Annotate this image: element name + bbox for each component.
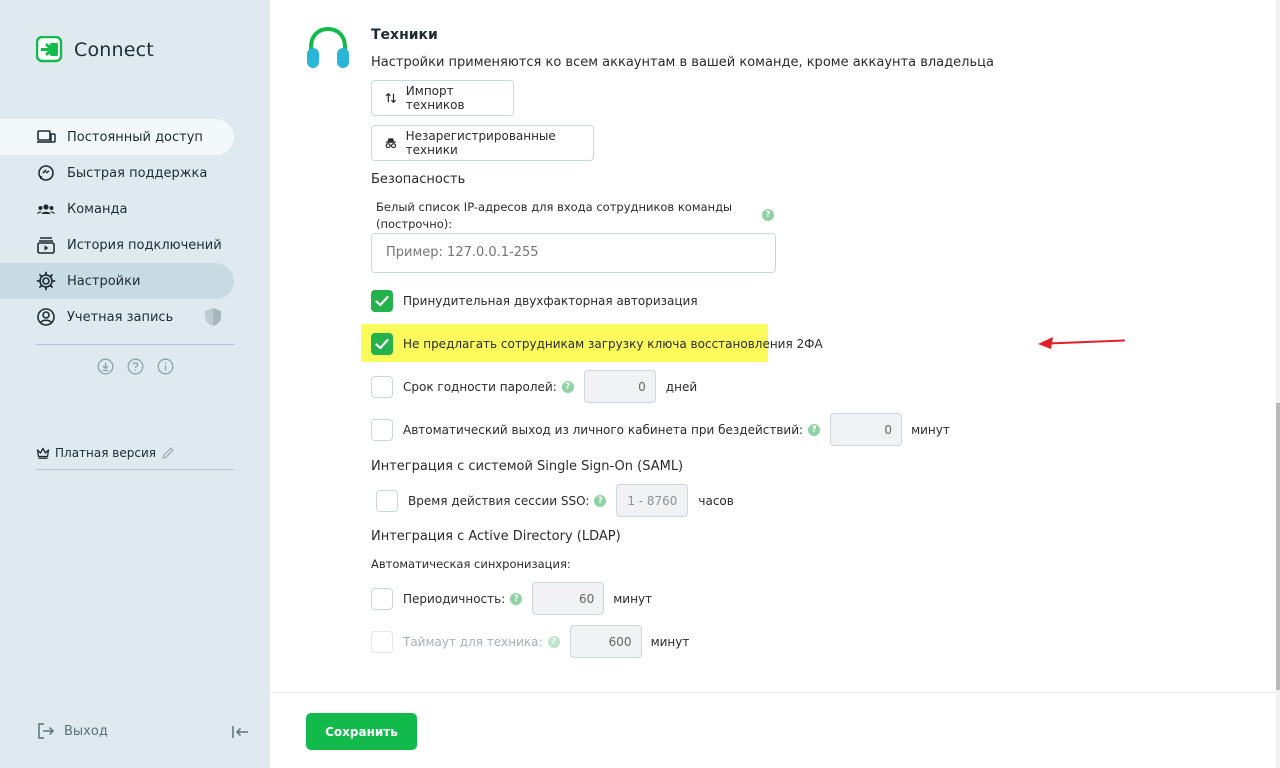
sidebar-item-permanent-access[interactable]: Постоянный доступ	[0, 119, 234, 155]
incognito-icon	[385, 138, 397, 149]
edit-pencil-icon[interactable]	[161, 446, 175, 460]
ip-whitelist-input[interactable]	[371, 233, 776, 273]
checkmark-icon	[375, 338, 389, 350]
sso-session-label: Время действия сессии SSO:	[408, 493, 590, 508]
auto-sync-label: Автоматическая синхронизация:	[371, 557, 571, 571]
password-expiry-checkbox[interactable]	[371, 375, 393, 398]
footer-divider	[270, 692, 1276, 693]
technician-timeout-input[interactable]: 600	[569, 625, 642, 658]
sso-session-unit: часов	[698, 493, 734, 508]
auto-logout-input[interactable]: 0	[830, 413, 903, 446]
support-icon	[36, 163, 56, 183]
sidebar-divider	[36, 344, 234, 345]
logo[interactable]: Connect	[36, 36, 154, 64]
security-title: Безопасность	[371, 172, 466, 187]
history-icon	[36, 235, 56, 255]
section-title: Техники	[371, 27, 438, 43]
import-technicians-button[interactable]: Импорт техников	[371, 80, 514, 116]
password-expiry-input[interactable]: 0	[583, 370, 656, 403]
unregistered-technicians-label: Незарегистрированные техники	[405, 129, 556, 157]
devices-icon	[36, 127, 56, 147]
help-icon[interactable]: ?	[762, 209, 774, 221]
settings-main: Техники Настройки применяются ко всем ак…	[270, 0, 1276, 692]
sso-session-checkbox[interactable]	[376, 489, 398, 512]
technician-timeout-row: Таймаут для техника: ? 600 минут	[371, 625, 689, 658]
auto-logout-row: Автоматический выход из личного кабинета…	[371, 413, 950, 446]
unregistered-technicians-button[interactable]: Незарегистрированные техники	[371, 125, 594, 161]
logout-label: Выход	[64, 723, 108, 739]
connect-logo-icon	[36, 36, 63, 63]
password-expiry-row: Срок годности паролей: ? 0 дней	[371, 370, 697, 403]
shield-icon	[205, 308, 221, 326]
no-recovery-key-checkbox[interactable]	[371, 333, 393, 355]
sync-period-label: Периодичность:	[403, 591, 506, 606]
auto-logout-checkbox[interactable]	[371, 418, 393, 441]
force-2fa-checkbox[interactable]	[371, 290, 393, 312]
sidebar-item-label: Быстрая поддержка	[67, 165, 208, 181]
sidebar-item-label: Постоянный доступ	[67, 129, 203, 145]
help-icon[interactable]	[127, 358, 144, 375]
annotation-arrow-icon	[1038, 337, 1125, 349]
sidebar: Connect Постоянный доступ Быстрая поддер…	[0, 0, 270, 768]
save-button[interactable]: Сохранить	[306, 713, 417, 750]
sidebar-item-label: Учетная запись	[67, 309, 174, 325]
sync-period-input[interactable]: 60	[532, 582, 605, 615]
sso-session-row: Время действия сессии SSO: ? 1 - 8760 ча…	[376, 484, 734, 517]
no-recovery-key-row: Не предлагать сотрудникам загрузку ключа…	[371, 333, 823, 355]
sidebar-item-label: История подключений	[67, 237, 222, 253]
help-icon[interactable]: ?	[808, 423, 821, 436]
team-icon	[36, 199, 56, 219]
sidebar-nav: Постоянный доступ Быстрая поддержка Кома…	[0, 119, 234, 335]
sso-title: Интеграция с системой Single Sign-On (SA…	[371, 459, 684, 474]
sidebar-item-connection-history[interactable]: История подключений	[0, 227, 234, 263]
sidebar-item-settings[interactable]: Настройки	[0, 263, 234, 299]
ip-whitelist-label: Белый список IP-адресов для входа сотруд…	[376, 200, 733, 231]
sidebar-item-account[interactable]: Учетная запись	[0, 299, 234, 335]
ldap-title: Интеграция с Active Directory (LDAP)	[371, 529, 621, 544]
section-description: Настройки применяются ко всем аккаунтам …	[371, 55, 994, 70]
sidebar-item-label: Настройки	[67, 273, 141, 289]
collapse-sidebar-icon[interactable]	[230, 722, 250, 742]
checkmark-icon	[375, 295, 389, 307]
technician-timeout-label: Таймаут для техника:	[403, 634, 543, 649]
no-recovery-key-label: Не предлагать сотрудникам загрузку ключа…	[403, 337, 823, 351]
gear-icon	[36, 271, 56, 291]
plan-badge: Платная версия	[36, 446, 175, 460]
sync-period-unit: минут	[613, 591, 653, 606]
help-icon[interactable]: ?	[510, 592, 523, 605]
sort-arrows-icon	[385, 92, 397, 104]
sync-period-row: Периодичность: ? 60 минут	[371, 582, 652, 615]
logo-text: Connect	[74, 39, 154, 61]
auto-logout-label: Автоматический выход из личного кабинета…	[403, 422, 804, 437]
plan-label: Платная версия	[55, 446, 156, 460]
sidebar-utility-icons	[97, 358, 174, 375]
sidebar-item-label: Команда	[67, 201, 128, 217]
download-icon[interactable]	[97, 358, 114, 375]
account-icon	[36, 307, 56, 327]
password-expiry-label: Срок годности паролей:	[403, 379, 557, 394]
logout-icon	[38, 723, 55, 739]
sidebar-item-quick-support[interactable]: Быстрая поддержка	[0, 155, 234, 191]
sync-period-checkbox[interactable]	[371, 587, 393, 610]
sidebar-divider	[36, 469, 234, 470]
technician-timeout-checkbox[interactable]	[371, 630, 393, 653]
help-icon[interactable]: ?	[594, 494, 607, 507]
force-2fa-row: Принудительная двухфакторная авторизация	[371, 290, 698, 312]
import-technicians-label: Импорт техников	[405, 84, 465, 112]
logout-button[interactable]: Выход	[36, 721, 108, 741]
help-icon[interactable]: ?	[561, 380, 574, 393]
sso-session-input[interactable]: 1 - 8760	[616, 484, 689, 517]
auto-logout-unit: минут	[911, 422, 950, 437]
scrollbar-thumb[interactable]	[1276, 403, 1280, 690]
headset-icon	[307, 26, 349, 68]
info-icon[interactable]	[157, 358, 174, 375]
password-expiry-unit: дней	[665, 379, 698, 394]
crown-icon	[36, 447, 50, 459]
sidebar-item-team[interactable]: Команда	[0, 191, 234, 227]
technician-timeout-unit: минут	[650, 634, 690, 649]
help-icon[interactable]: ?	[547, 635, 560, 648]
force-2fa-label: Принудительная двухфакторная авторизация	[403, 294, 698, 308]
